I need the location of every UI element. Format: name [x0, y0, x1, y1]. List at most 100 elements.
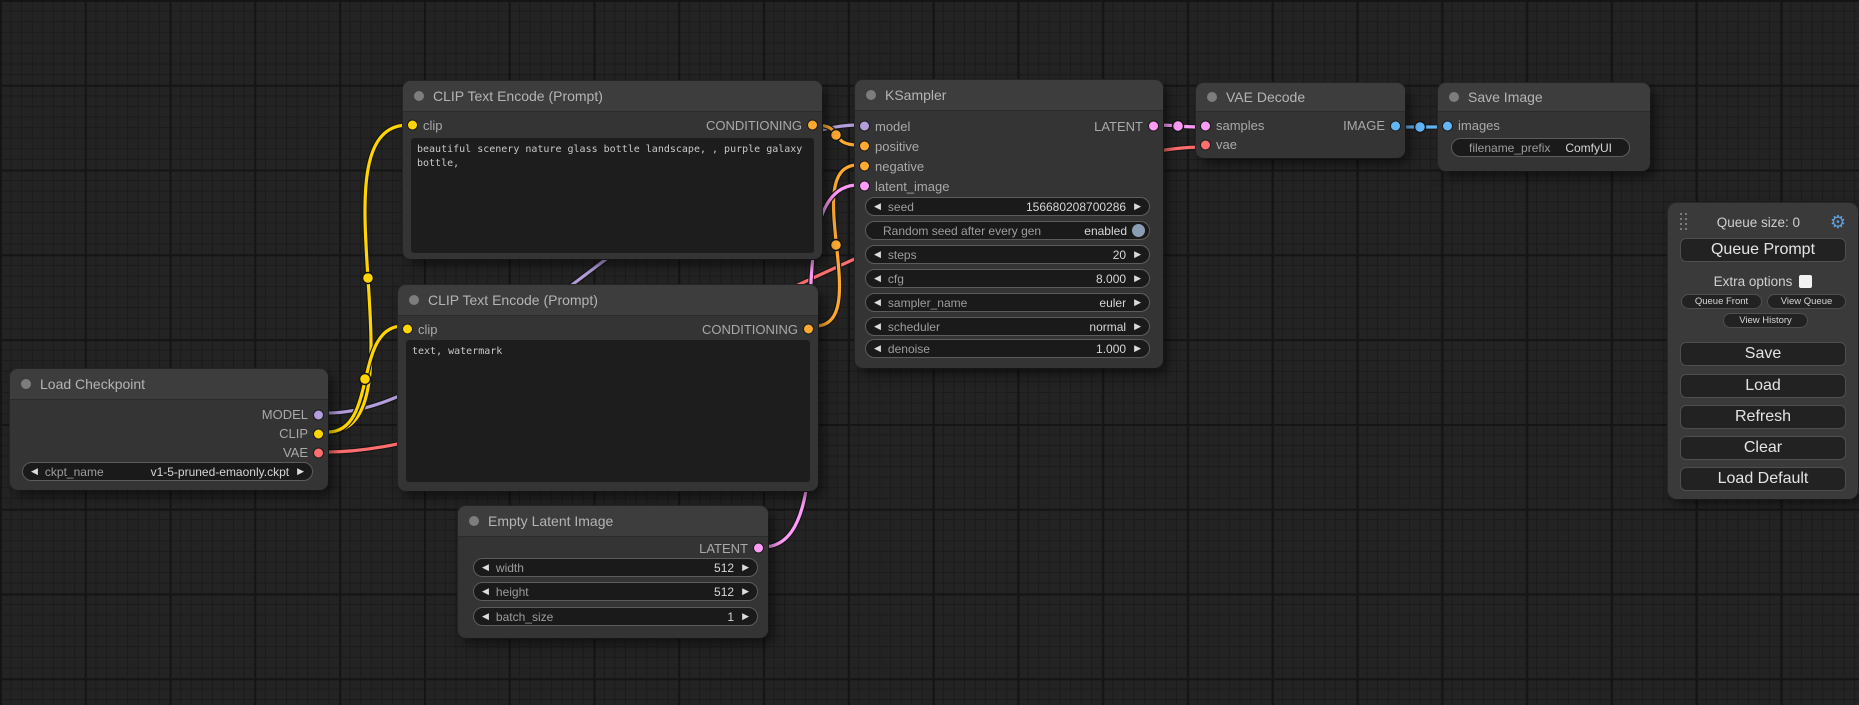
decrement-arrow-icon[interactable]: ◀ [874, 322, 881, 331]
increment-arrow-icon[interactable]: ▶ [1134, 274, 1141, 283]
widget-value: 8.000 [1096, 272, 1126, 286]
cfg-widget[interactable]: ◀ cfg 8.000 ▶ [865, 269, 1150, 288]
collapse-dot-icon[interactable] [1207, 92, 1217, 102]
load-button[interactable]: Load [1680, 374, 1846, 398]
denoise-widget[interactable]: ◀ denoise 1.000 ▶ [865, 339, 1150, 358]
prompt-textarea[interactable]: beautiful scenery nature glass bottle la… [411, 138, 814, 253]
increment-arrow-icon[interactable]: ▶ [297, 467, 304, 476]
scheduler-widget[interactable]: ◀ scheduler normal ▶ [865, 317, 1150, 336]
queue-size-label: Queue size: 0 [1687, 215, 1830, 230]
batch-size-widget[interactable]: ◀ batch_size 1 ▶ [473, 607, 758, 626]
load-default-button[interactable]: Load Default [1680, 467, 1846, 491]
increment-arrow-icon[interactable]: ▶ [1134, 250, 1141, 259]
seed-widget[interactable]: ◀ seed 156680208700286 ▶ [865, 197, 1150, 216]
increment-arrow-icon[interactable]: ▶ [742, 587, 749, 596]
input-port-model[interactable] [860, 122, 869, 131]
decrement-arrow-icon[interactable]: ◀ [482, 612, 489, 621]
decrement-arrow-icon[interactable]: ◀ [874, 250, 881, 259]
output-port-model[interactable] [314, 410, 323, 419]
collapse-dot-icon[interactable] [21, 379, 31, 389]
clear-button[interactable]: Clear [1680, 436, 1846, 460]
decrement-arrow-icon[interactable]: ◀ [874, 274, 881, 283]
refresh-button[interactable]: Refresh [1680, 405, 1846, 429]
collapse-dot-icon[interactable] [414, 91, 424, 101]
node-vae-decode[interactable]: VAE Decode samples IMAGE vae [1196, 83, 1405, 158]
height-widget[interactable]: ◀ height 512 ▶ [473, 582, 758, 601]
extra-options-checkbox[interactable] [1799, 275, 1812, 288]
node-clip-text-encode-negative[interactable]: CLIP Text Encode (Prompt) clip CONDITION… [398, 285, 818, 491]
node-title-bar[interactable]: CLIP Text Encode (Prompt) [398, 285, 818, 316]
link-dot [1173, 121, 1184, 132]
link-dot [360, 374, 371, 385]
input-port-latent-image[interactable] [860, 182, 869, 191]
output-port-latent[interactable] [1149, 122, 1158, 131]
random-seed-toggle-widget[interactable]: Random seed after every gen enabled [865, 221, 1150, 240]
collapse-dot-icon[interactable] [409, 295, 419, 305]
node-empty-latent-image[interactable]: Empty Latent Image LATENT ◀ width 512 ▶ … [458, 506, 768, 638]
decrement-arrow-icon[interactable]: ◀ [482, 587, 489, 596]
output-port-latent[interactable] [754, 544, 763, 553]
decrement-arrow-icon[interactable]: ◀ [482, 563, 489, 572]
ckpt-name-widget[interactable]: ◀ ckpt_name v1-5-pruned-emaonly.ckpt ▶ [22, 462, 313, 481]
output-label-image: IMAGE [1343, 118, 1385, 133]
drag-handle-icon[interactable] [1680, 213, 1687, 231]
output-label-vae: VAE [283, 445, 308, 460]
input-port-samples[interactable] [1201, 121, 1210, 130]
decrement-arrow-icon[interactable]: ◀ [874, 344, 881, 353]
node-graph-canvas[interactable]: Load Checkpoint MODEL CLIP VAE ◀ ckpt_na… [0, 0, 1859, 705]
width-widget[interactable]: ◀ width 512 ▶ [473, 558, 758, 577]
node-title-bar[interactable]: CLIP Text Encode (Prompt) [403, 81, 822, 112]
input-label-samples: samples [1216, 118, 1264, 133]
output-label-latent: LATENT [1094, 119, 1143, 134]
view-history-button[interactable]: View History [1723, 313, 1808, 328]
node-title-bar[interactable]: Load Checkpoint [10, 369, 328, 400]
node-title-bar[interactable]: Empty Latent Image [458, 506, 768, 537]
settings-gear-icon[interactable]: ⚙ [1830, 213, 1846, 231]
widget-value: ComfyUI [1565, 141, 1612, 155]
node-save-image[interactable]: Save Image images filename_prefix ComfyU… [1438, 83, 1650, 171]
collapse-dot-icon[interactable] [469, 516, 479, 526]
input-port-positive[interactable] [860, 142, 869, 151]
node-clip-text-encode-positive[interactable]: CLIP Text Encode (Prompt) clip CONDITION… [403, 81, 822, 259]
increment-arrow-icon[interactable]: ▶ [1134, 344, 1141, 353]
save-button[interactable]: Save [1680, 342, 1846, 366]
increment-arrow-icon[interactable]: ▶ [742, 563, 749, 572]
increment-arrow-icon[interactable]: ▶ [1134, 322, 1141, 331]
output-label-latent: LATENT [699, 541, 748, 556]
node-ksampler[interactable]: KSampler model LATENT positive negative … [855, 80, 1163, 368]
input-port-clip[interactable] [403, 325, 412, 334]
queue-front-button[interactable]: Queue Front [1681, 294, 1762, 309]
prompt-textarea[interactable]: text, watermark [406, 340, 810, 482]
node-title-bar[interactable]: Save Image [1438, 83, 1650, 112]
collapse-dot-icon[interactable] [866, 90, 876, 100]
output-port-image[interactable] [1391, 121, 1400, 130]
input-port-clip[interactable] [408, 121, 417, 130]
input-label-negative: negative [875, 159, 924, 174]
output-port-conditioning[interactable] [808, 121, 817, 130]
input-port-images[interactable] [1443, 121, 1452, 130]
output-port-clip[interactable] [314, 429, 323, 438]
collapse-dot-icon[interactable] [1449, 92, 1459, 102]
output-port-conditioning[interactable] [804, 325, 813, 334]
steps-widget[interactable]: ◀ steps 20 ▶ [865, 245, 1150, 264]
sampler-name-widget[interactable]: ◀ sampler_name euler ▶ [865, 293, 1150, 312]
increment-arrow-icon[interactable]: ▶ [742, 612, 749, 621]
filename-prefix-widget[interactable]: filename_prefix ComfyUI [1451, 138, 1630, 157]
node-load-checkpoint[interactable]: Load Checkpoint MODEL CLIP VAE ◀ ckpt_na… [10, 369, 328, 490]
decrement-arrow-icon[interactable]: ◀ [31, 467, 38, 476]
queue-prompt-button[interactable]: Queue Prompt [1680, 238, 1846, 262]
view-queue-button[interactable]: View Queue [1767, 294, 1846, 309]
input-port-vae[interactable] [1201, 140, 1210, 149]
node-title: CLIP Text Encode (Prompt) [433, 88, 603, 104]
decrement-arrow-icon[interactable]: ◀ [874, 202, 881, 211]
output-port-vae[interactable] [314, 448, 323, 457]
decrement-arrow-icon[interactable]: ◀ [874, 298, 881, 307]
node-title-bar[interactable]: KSampler [855, 80, 1163, 111]
widget-label: scheduler [888, 320, 940, 334]
increment-arrow-icon[interactable]: ▶ [1134, 298, 1141, 307]
toggle-knob-icon[interactable] [1132, 224, 1145, 237]
node-title-bar[interactable]: VAE Decode [1196, 83, 1405, 112]
increment-arrow-icon[interactable]: ▶ [1134, 202, 1141, 211]
widget-label: denoise [888, 342, 930, 356]
input-port-negative[interactable] [860, 162, 869, 171]
